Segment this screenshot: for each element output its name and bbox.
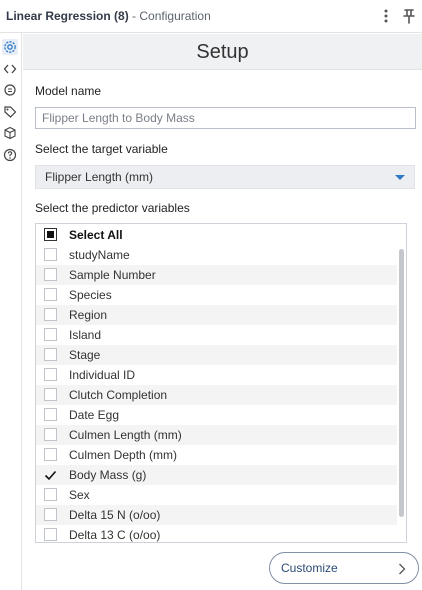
- list-item[interactable]: Stage: [36, 345, 397, 365]
- checkbox[interactable]: [44, 488, 57, 501]
- checkbox[interactable]: [44, 388, 57, 401]
- customize-label: Customize: [281, 561, 338, 575]
- predictor-list[interactable]: Select All studyName Sample Number Species…: [35, 223, 407, 543]
- list-item[interactable]: Sex: [36, 485, 397, 505]
- model-name-field[interactable]: Flipper Length to Body Mass: [35, 107, 416, 129]
- list-item[interactable]: Species: [36, 285, 397, 305]
- list-item-label: Delta 15 N (o/oo): [69, 508, 161, 522]
- target-variable-value: Flipper Length (mm): [45, 170, 154, 184]
- list-item[interactable]: Clutch Completion: [36, 385, 397, 405]
- scrollbar[interactable]: [397, 246, 406, 542]
- title-suffix: - Configuration: [132, 9, 211, 23]
- list-item-label: Body Mass (g): [69, 468, 147, 482]
- page-title: Setup: [23, 34, 422, 70]
- list-item-label: Culmen Depth (mm): [69, 448, 178, 462]
- list-item[interactable]: Sample Number: [36, 265, 397, 285]
- checkmark-icon: [44, 470, 57, 481]
- checkbox[interactable]: [44, 468, 57, 481]
- tool-name: Linear Regression (8): [6, 9, 129, 23]
- list-item-label: Stage: [69, 348, 101, 362]
- list-item[interactable]: Culmen Length (mm): [36, 425, 397, 445]
- more-options-icon[interactable]: [377, 6, 395, 26]
- tag-icon[interactable]: [2, 104, 18, 120]
- list-item-label: Delta 13 C (o/oo): [69, 528, 161, 542]
- checkbox[interactable]: [44, 248, 57, 261]
- list-item[interactable]: Individual ID: [36, 365, 397, 385]
- pin-icon[interactable]: [400, 6, 418, 26]
- list-item-label: Date Egg: [69, 408, 120, 422]
- help-icon[interactable]: [2, 147, 18, 163]
- code-icon[interactable]: [2, 61, 18, 77]
- model-name-label: Model name: [35, 84, 102, 98]
- list-item-label: studyName: [69, 248, 130, 262]
- list-item-label: Clutch Completion: [69, 388, 168, 402]
- checkbox[interactable]: [44, 288, 57, 301]
- list-item-label: Island: [69, 328, 102, 342]
- select-all-row[interactable]: Select All: [36, 225, 397, 245]
- scrollbar-thumb[interactable]: [399, 249, 404, 517]
- checkbox[interactable]: [44, 428, 57, 441]
- list-item-label: Species: [69, 288, 112, 302]
- predictor-variables-label: Select the predictor variables: [35, 201, 190, 215]
- checkbox[interactable]: [44, 348, 57, 361]
- list-item[interactable]: Island: [36, 325, 397, 345]
- customize-button[interactable]: Customize: [269, 552, 419, 584]
- gear-icon[interactable]: [2, 39, 18, 55]
- select-all-label: Select All: [69, 228, 123, 242]
- checkbox[interactable]: [44, 368, 57, 381]
- checkbox[interactable]: [44, 528, 57, 541]
- list-item-label: Individual ID: [69, 368, 136, 382]
- list-item-label: Sex: [69, 488, 90, 502]
- checkbox[interactable]: [44, 508, 57, 521]
- list-item[interactable]: Delta 15 N (o/oo): [36, 505, 397, 525]
- target-variable-select[interactable]: Flipper Length (mm): [35, 165, 415, 189]
- sidebar: [0, 33, 22, 590]
- bug-icon[interactable]: [2, 82, 18, 98]
- checkbox[interactable]: [44, 448, 57, 461]
- chevron-down-icon: [395, 175, 405, 180]
- checkbox[interactable]: [44, 268, 57, 281]
- checkbox[interactable]: [44, 408, 57, 421]
- list-item[interactable]: Body Mass (g): [36, 465, 397, 485]
- checkbox[interactable]: [44, 328, 57, 341]
- list-item-label: Region: [69, 308, 108, 322]
- chevron-right-icon: [398, 563, 406, 575]
- list-item[interactable]: studyName: [36, 245, 397, 265]
- list-item[interactable]: Region: [36, 305, 397, 325]
- list-item[interactable]: Culmen Depth (mm): [36, 445, 397, 465]
- list-item[interactable]: Delta 13 C (o/oo): [36, 525, 397, 542]
- window-title: Linear Regression (8) - Configuration: [6, 9, 211, 23]
- box-icon[interactable]: [2, 125, 18, 141]
- target-variable-label: Select the target variable: [35, 142, 168, 156]
- list-item-label: Sample Number: [69, 268, 156, 282]
- select-all-checkbox[interactable]: [44, 228, 57, 241]
- title-bar: Linear Regression (8) - Configuration: [0, 0, 422, 33]
- checkbox[interactable]: [44, 308, 57, 321]
- list-item-label: Culmen Length (mm): [69, 428, 182, 442]
- list-item[interactable]: Date Egg: [36, 405, 397, 425]
